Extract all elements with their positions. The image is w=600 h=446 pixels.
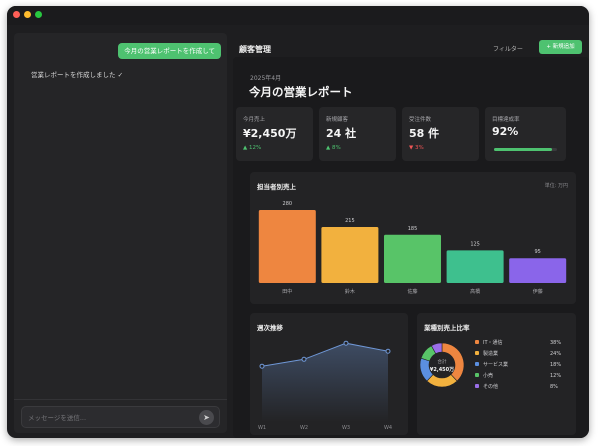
sales-report: 2025年4月 今月の営業レポート 今月売上 ¥2,450万 ▲ 12% 新規顧… xyxy=(233,57,589,438)
main-pane: 顧客管理 フィルター + 新規追加 2025年4月 今月の営業レポート 今月売上… xyxy=(233,25,589,438)
donut-center-label: 合計 xyxy=(438,358,447,365)
line-point xyxy=(385,348,391,354)
report-date: 2025年4月 xyxy=(250,75,282,82)
maximize-window-button[interactable] xyxy=(35,11,42,18)
line-x-label: W2 xyxy=(300,425,308,431)
bar-category-label: 田中 xyxy=(282,288,292,295)
kpi-change: ▲ 8% xyxy=(326,145,341,151)
line-x-label: W3 xyxy=(342,425,350,431)
bar-category-label: 高橋 xyxy=(470,288,480,295)
assistant-message: 営業レポートを作成しました ✓ xyxy=(31,71,124,79)
chat-input-box: ➤ xyxy=(21,406,220,428)
bar-value-label: 185 xyxy=(408,226,418,232)
chat-divider xyxy=(14,399,227,400)
legend-value: 12% xyxy=(550,373,561,379)
bar-value-label: 215 xyxy=(345,218,355,224)
legend-swatch xyxy=(475,351,479,355)
target-progress-fill xyxy=(494,148,552,151)
kpi-value: 92% xyxy=(492,125,519,138)
pie-chart-panel: 業種別売上比率 IT・通信 38% 製造業 24% サービス業 18% 小売 12% その他 8%… xyxy=(417,313,576,435)
legend-swatch xyxy=(475,373,479,377)
chat-pane: 今月の営業レポートを作成して 営業レポートを作成しました ✓ ➤ xyxy=(14,33,227,433)
bar-category-label: 佐藤 xyxy=(407,288,417,295)
line-chart-panel: 週次推移 W1 W2 W3 W4 xyxy=(250,313,408,435)
legend-value: 8% xyxy=(550,384,558,390)
target-progress-bar xyxy=(494,148,557,151)
page-title: 顧客管理 xyxy=(239,45,271,54)
bar-value-label: 280 xyxy=(283,201,293,207)
bar-chart-panel: 担当者別売上 単位: 万円 280 田中 215 鈴木 185 佐藤 125 高橋 95 伊藤 xyxy=(250,172,576,304)
kpi-value: ¥2,450万 xyxy=(243,127,297,140)
line-point xyxy=(301,356,307,362)
legend-value: 24% xyxy=(550,351,561,357)
bar-4 xyxy=(446,250,504,283)
legend-label: その他 xyxy=(483,383,498,390)
donut-center-value: ¥2,450万 xyxy=(430,366,454,373)
kpi-label: 今月売上 xyxy=(243,117,266,123)
legend-swatch xyxy=(475,384,479,388)
line-x-label: W4 xyxy=(384,425,392,431)
bar-value-label: 95 xyxy=(535,249,541,255)
bar-category-label: 鈴木 xyxy=(345,288,355,295)
legend-label: 製造業 xyxy=(483,350,498,357)
kpi-card-orders: 受注件数 58 件 ▼ 3% xyxy=(402,107,479,161)
report-title: 今月の営業レポート xyxy=(249,85,353,99)
send-button[interactable]: ➤ xyxy=(199,410,214,425)
minimize-window-button[interactable] xyxy=(24,11,31,18)
line-point xyxy=(259,363,265,369)
kpi-value: 24 社 xyxy=(326,127,357,140)
kpi-change: ▼ 3% xyxy=(409,145,424,151)
add-new-button[interactable]: + 新規追加 xyxy=(539,40,582,54)
kpi-card-sales: 今月売上 ¥2,450万 ▲ 12% xyxy=(236,107,313,161)
kpi-label: 受注件数 xyxy=(409,117,432,123)
kpi-label: 目標達成率 xyxy=(492,117,520,123)
legend-value: 38% xyxy=(550,340,561,346)
bar-category-label: 伊藤 xyxy=(533,288,543,295)
user-message: 今月の営業レポートを作成して xyxy=(118,43,221,59)
line-chart: W1 W2 W3 W4 xyxy=(258,340,392,431)
bar-chart: 280 田中 215 鈴木 185 佐藤 125 高橋 95 伊藤 xyxy=(258,201,567,295)
bar-1 xyxy=(258,210,316,283)
close-window-button[interactable] xyxy=(13,11,20,18)
message-input[interactable] xyxy=(28,411,188,424)
kpi-value: 58 件 xyxy=(409,127,440,140)
donut-chart: IT・通信 38% 製造業 24% サービス業 18% 小売 12% その他 8% 合計¥2,450… xyxy=(419,339,561,390)
line-point xyxy=(343,340,349,346)
kpi-card-target: 目標達成率 92% xyxy=(485,107,566,161)
legend-label: 小売 xyxy=(483,372,493,379)
legend-swatch xyxy=(475,362,479,366)
kpi-label: 新規顧客 xyxy=(326,117,349,123)
bar-2 xyxy=(321,226,379,283)
bar-3 xyxy=(384,234,441,283)
line-x-label: W1 xyxy=(258,425,266,431)
kpi-card-new-customers: 新規顧客 24 社 ▲ 8% xyxy=(319,107,396,161)
legend-label: サービス業 xyxy=(483,361,508,368)
kpi-change: ▲ 12% xyxy=(243,145,262,151)
legend-swatch xyxy=(475,340,479,344)
bar-value-label: 125 xyxy=(470,241,480,247)
app-window: 今月の営業レポートを作成して 営業レポートを作成しました ✓ ➤ 顧客管理 フィ… xyxy=(7,6,589,438)
line-area xyxy=(262,343,388,422)
send-icon: ➤ xyxy=(203,413,210,422)
title-bar xyxy=(7,6,589,25)
bar-5 xyxy=(509,258,567,283)
legend-label: IT・通信 xyxy=(483,339,503,346)
legend-value: 18% xyxy=(550,362,561,368)
filter-button[interactable]: フィルター xyxy=(493,44,523,53)
